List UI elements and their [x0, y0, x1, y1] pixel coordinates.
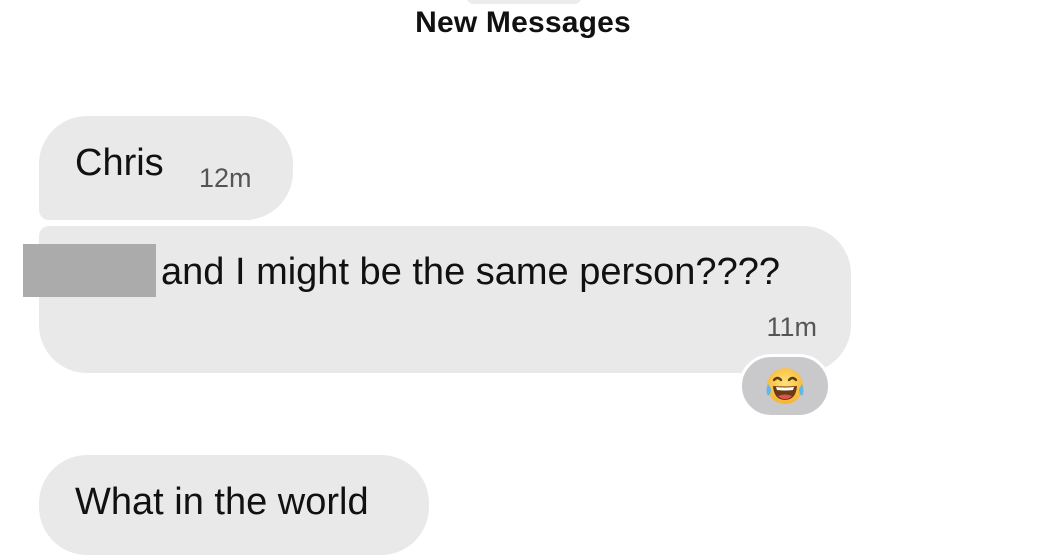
message-bubble-3[interactable]: What in the world — [39, 455, 429, 555]
message-timestamp: 12m — [199, 163, 252, 193]
message-text: and I might be the same person???? — [161, 251, 780, 293]
tears-of-joy-emoji-icon — [766, 368, 804, 404]
redacted-name-block — [23, 244, 156, 297]
new-messages-header: New Messages — [415, 6, 631, 39]
message-bubble-2[interactable]: and I might be the same person???? 11m — [39, 226, 851, 373]
message-text: What in the world — [75, 481, 369, 523]
message-text: Chris — [75, 142, 164, 184]
message-timestamp: 11m — [766, 312, 817, 342]
top-edge-pill — [466, 0, 582, 4]
reaction-badge[interactable] — [739, 354, 831, 418]
message-bubble-1[interactable]: Chris 12m — [39, 116, 293, 220]
